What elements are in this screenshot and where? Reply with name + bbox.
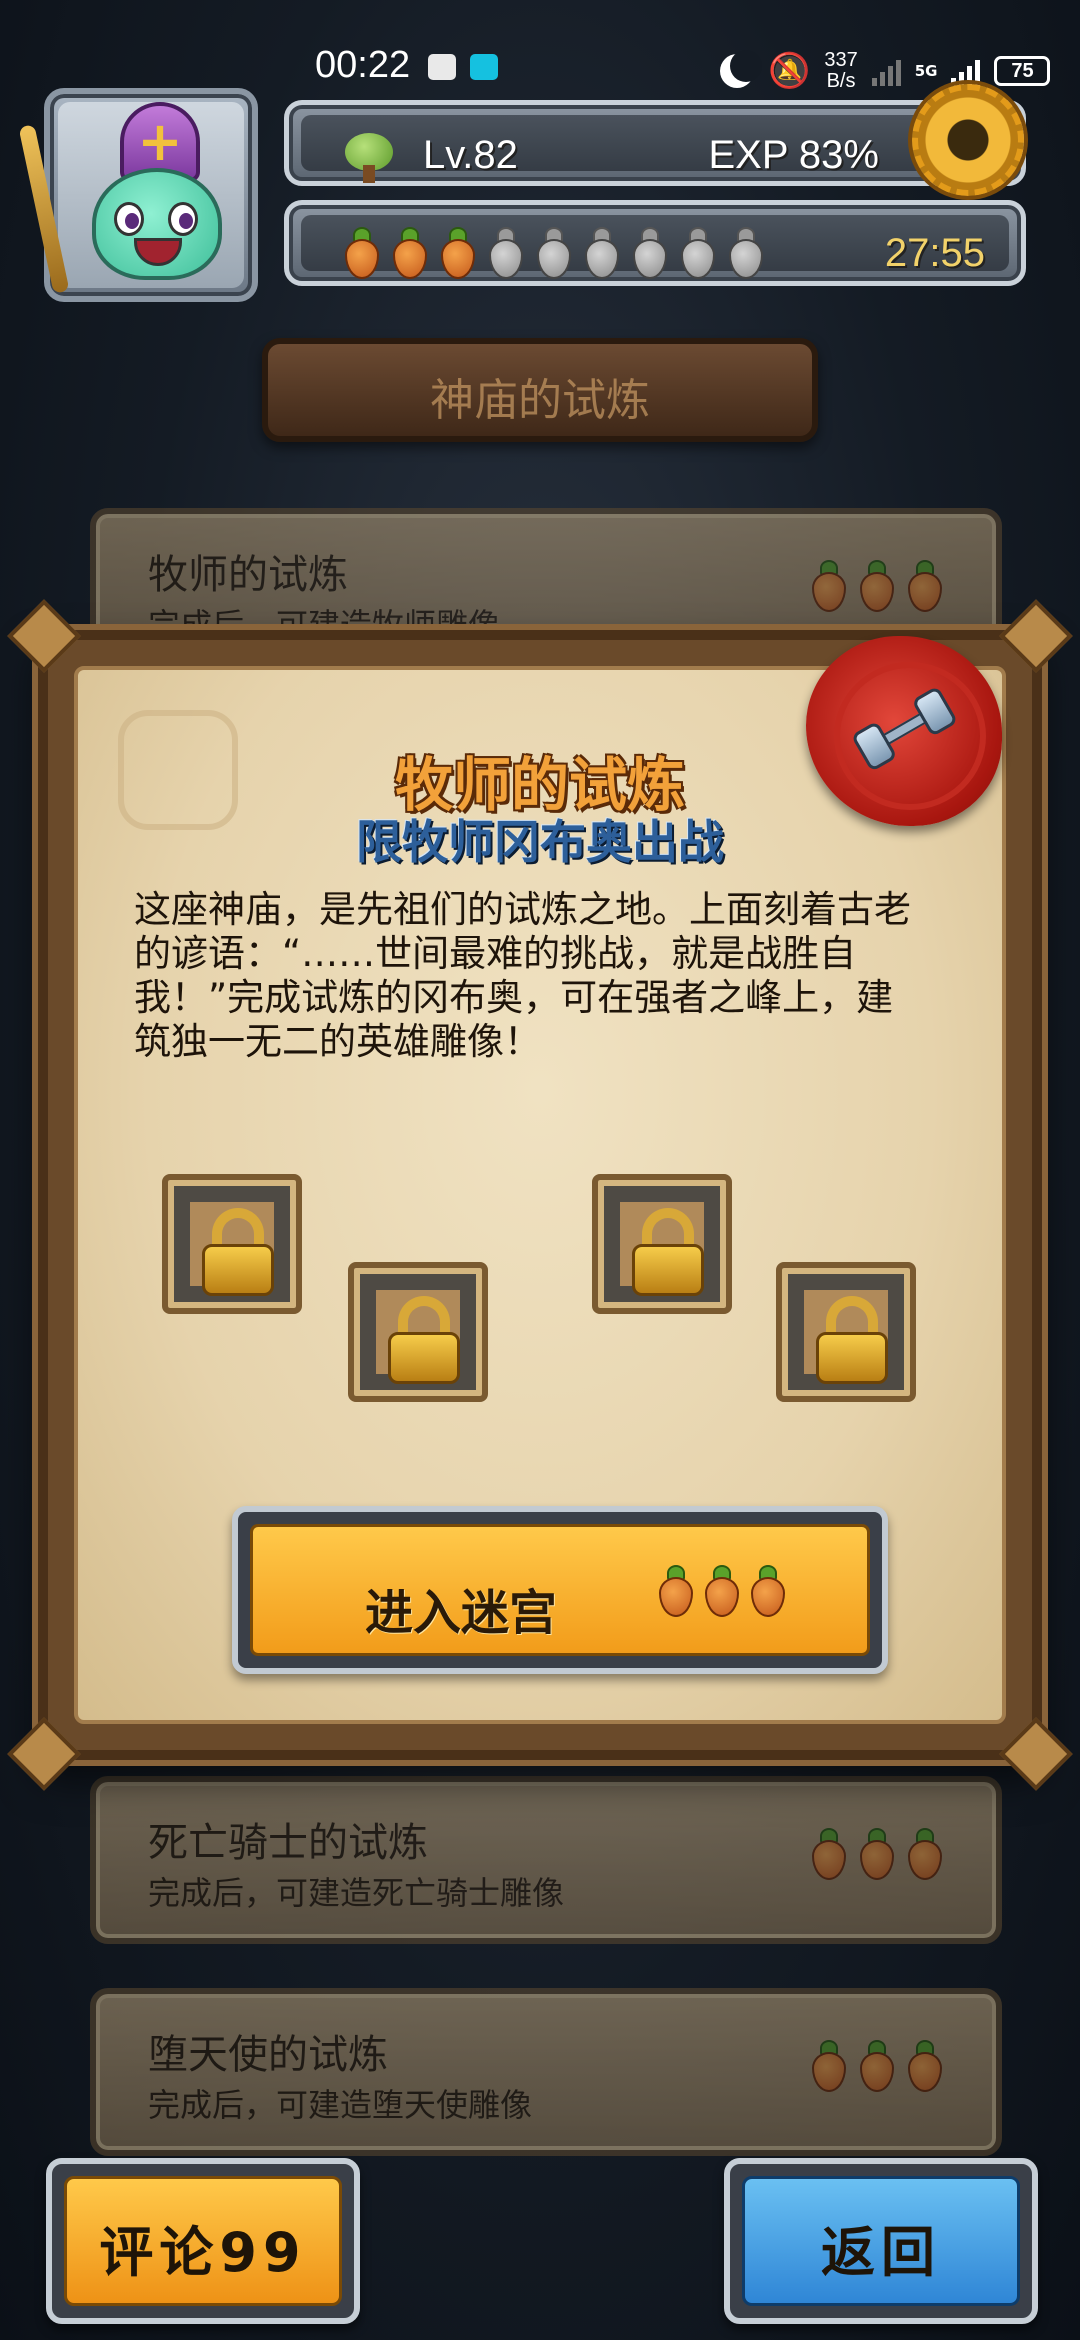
modal-description: 这座神庙，是先祖们的试炼之地。上面刻着古老的谚语：“……世间最难的挑战，就是战胜… (134, 888, 911, 1063)
page-title: 神庙的试炼 (430, 375, 650, 426)
modal-subtitle: 限牧师冈布奥出战 (356, 815, 724, 869)
carrot-icon (808, 560, 850, 612)
signal-sim1-icon (871, 56, 901, 86)
lock-body (388, 1332, 460, 1384)
trial-cost-carrots (808, 2040, 946, 2092)
comment-button[interactable]: 评论99 (46, 2158, 360, 2324)
energy-bar: 27:55 (284, 200, 1026, 286)
level-label: Lv.82 (423, 133, 518, 177)
carrot-icon (437, 227, 479, 279)
avatar-mouth (134, 238, 182, 266)
network-speed-value: 337 (824, 49, 858, 71)
empty-carrot-icon (485, 227, 527, 279)
frame-corner (999, 599, 1073, 673)
lock-body (816, 1332, 888, 1384)
gumball-face-icon (92, 168, 222, 280)
mute-bell-icon: 🔕 (768, 51, 811, 91)
locked-slot[interactable] (162, 1174, 302, 1314)
empty-carrot-icon (581, 227, 623, 279)
carrot-icon (341, 227, 383, 279)
carrot-icon (856, 560, 898, 612)
huawei-app-icon (428, 54, 456, 80)
status-time: 00:22 (315, 44, 411, 86)
lock-body (202, 1244, 274, 1296)
carrot-icon (655, 1565, 697, 1617)
exp-label: EXP 83% (708, 133, 880, 177)
level-bar-inner: Lv.82 EXP 83% (301, 115, 1009, 183)
settings-gear-button[interactable] (912, 84, 1024, 196)
trial-card-death-knight[interactable]: 死亡骑士的试炼 完成后，可建造死亡骑士雕像 (90, 1776, 1002, 1944)
empty-carrot-icon (725, 227, 767, 279)
carrot-icon (856, 1828, 898, 1880)
taptap-app-icon (470, 54, 498, 80)
trial-subtitle: 完成后，可建造死亡骑士雕像 (148, 1874, 565, 1912)
enter-maze-label: 进入迷宫 (365, 1585, 558, 1641)
locked-slot[interactable] (592, 1174, 732, 1314)
network-type: 5G (914, 61, 938, 80)
back-label: 返回 (821, 2221, 941, 2284)
trial-title: 堕天使的试炼 (148, 2032, 388, 2078)
carrot-icon (856, 2040, 898, 2092)
enter-cost-carrots (655, 1565, 789, 1617)
network-speed-unit: B/s (826, 70, 856, 92)
locked-slot[interactable] (348, 1262, 488, 1402)
carrot-icon (747, 1565, 789, 1617)
empty-carrot-icon (629, 227, 671, 279)
back-button[interactable]: 返回 (724, 2158, 1038, 2324)
trial-cost-carrots (808, 560, 946, 612)
energy-timer: 27:55 (884, 231, 985, 275)
avatar-eye-right (168, 202, 198, 236)
page-title-banner: 神庙的试炼 (262, 338, 818, 442)
enter-maze-button[interactable]: 进入迷宫 (232, 1506, 888, 1674)
hero-avatar[interactable] (18, 88, 258, 302)
comment-label: 评论99 (99, 2221, 307, 2284)
trial-title: 牧师的试炼 (148, 552, 348, 598)
frame-corner (7, 599, 81, 673)
carrot-icon (701, 1565, 743, 1617)
tree-icon (341, 133, 397, 183)
trial-subtitle: 完成后，可建造堕天使雕像 (148, 2086, 533, 2124)
carrot-icon (904, 2040, 946, 2092)
empty-carrot-icon (677, 227, 719, 279)
frame-corner (7, 1717, 81, 1791)
carrot-icon (389, 227, 431, 279)
trial-cost-carrots (808, 1828, 946, 1880)
signal-sim2-icon (951, 56, 981, 86)
energy-bar-inner: 27:55 (301, 215, 1009, 279)
status-right-group: 🔕 337 B/s 5G 75 (720, 46, 1051, 96)
battery-icon: 75 (994, 56, 1051, 86)
carrot-icon (808, 2040, 850, 2092)
energy-carrots (341, 227, 767, 279)
carrot-icon (904, 1828, 946, 1880)
avatar-eye-left (114, 202, 144, 236)
carrot-icon (904, 560, 946, 612)
trial-title: 死亡骑士的试炼 (148, 1820, 428, 1866)
frame-corner (999, 1717, 1073, 1791)
do-not-disturb-icon (720, 50, 762, 88)
locked-slot[interactable] (776, 1262, 916, 1402)
trial-card-fallen-angel[interactable]: 堕天使的试炼 完成后，可建造堕天使雕像 (90, 1988, 1002, 2156)
lock-body (632, 1244, 704, 1296)
network-speed: 337 B/s (824, 50, 857, 92)
empty-carrot-icon (533, 227, 575, 279)
enter-maze-button-face: 进入迷宫 (250, 1524, 870, 1656)
carrot-icon (808, 1828, 850, 1880)
